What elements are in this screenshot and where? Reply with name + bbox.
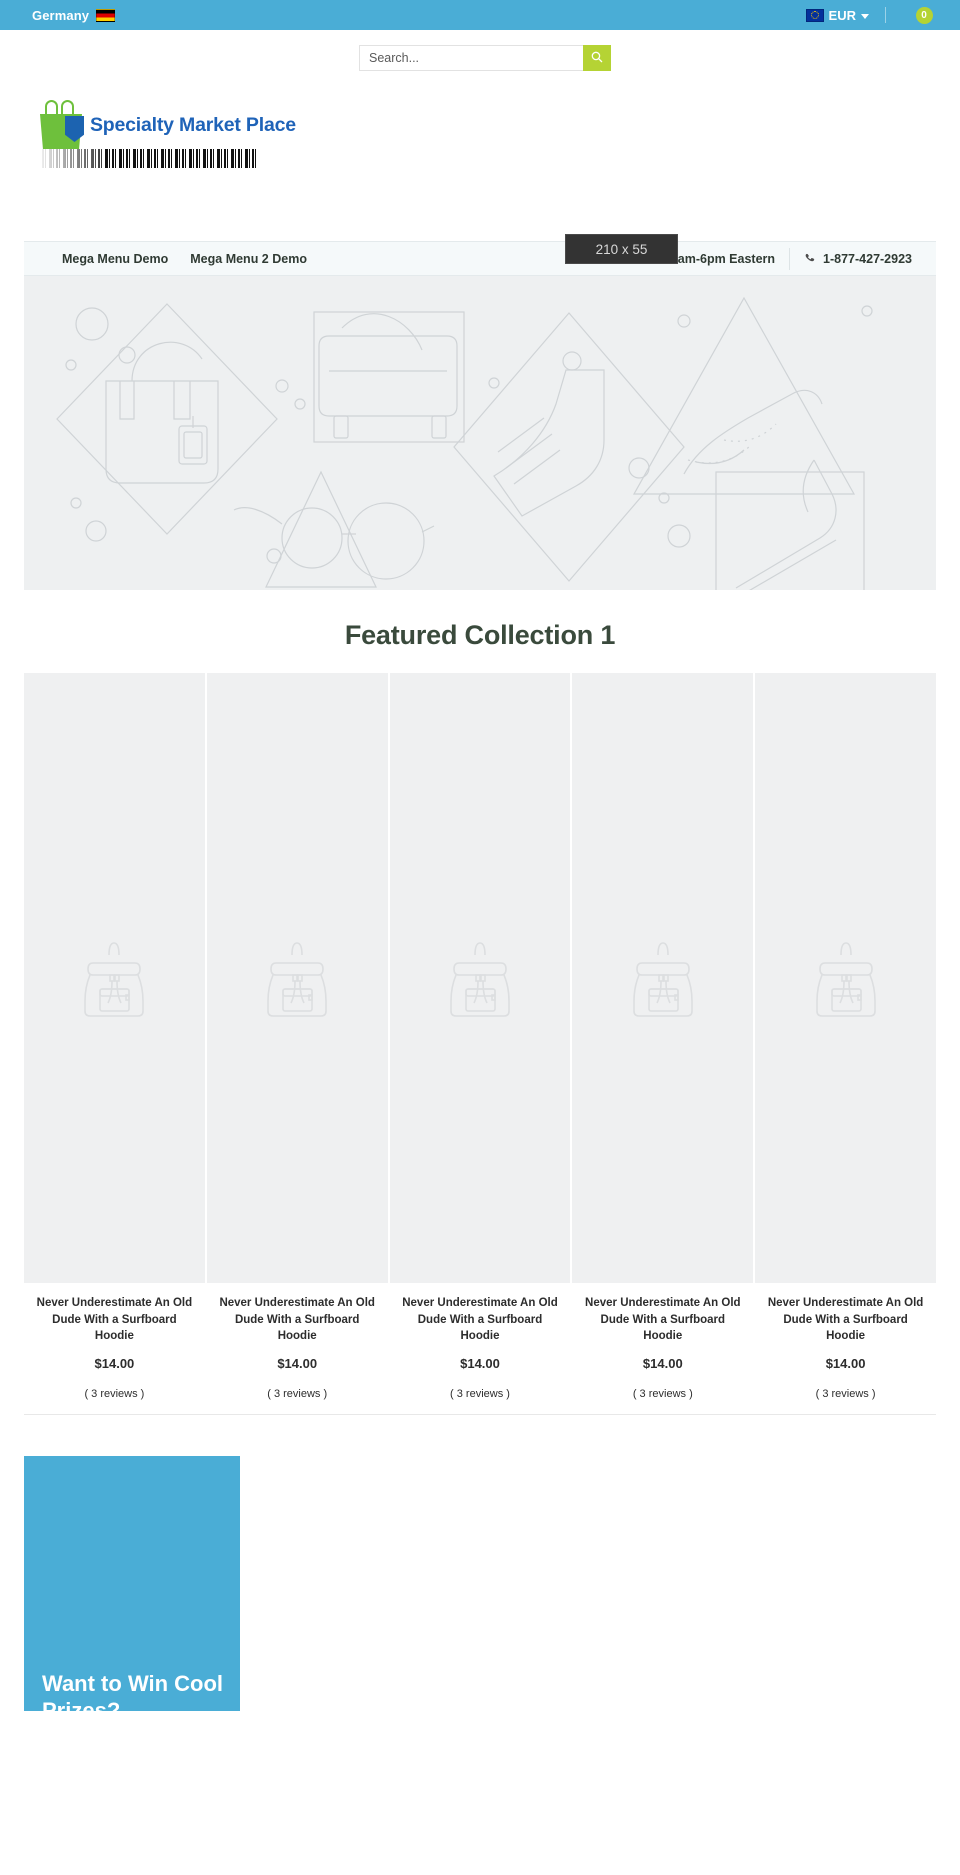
product-title[interactable]: Never Underestimate An Old Dude With a S… [32, 1295, 197, 1345]
banner-placeholder[interactable]: 210 x 55 [565, 234, 678, 264]
hero-banner[interactable] [24, 276, 936, 590]
product-image[interactable] [206, 673, 388, 1283]
top-utility-bar: Germany EUR 0 [0, 0, 960, 30]
country-selector[interactable]: Germany [32, 7, 116, 23]
promo-area: Want to Win Cool Prizes? [24, 1456, 936, 1712]
section-divider [24, 1414, 936, 1416]
product-info: Never Underestimate An Old Dude With a S… [755, 1283, 936, 1400]
product-price: $14.00 [94, 1356, 135, 1372]
product-grid: Never Underestimate An Old Dude With a S… [24, 673, 936, 1400]
product-title[interactable]: Never Underestimate An Old Dude With a S… [580, 1295, 745, 1345]
phone-number: 1-877-427-2923 [823, 251, 912, 266]
site-logo[interactable]: Specialty Market Place [32, 100, 296, 170]
promo-card[interactable]: Want to Win Cool Prizes? [24, 1456, 240, 1712]
product-reviews[interactable]: ( 3 reviews ) [32, 1388, 197, 1400]
product-price: $14.00 [825, 1356, 866, 1372]
product-reviews[interactable]: ( 3 reviews ) [215, 1388, 380, 1400]
currency-label: EUR [828, 7, 856, 23]
product-image[interactable] [389, 673, 571, 1283]
top-utility-right: EUR 0 [805, 0, 942, 30]
barcode-fade [42, 149, 104, 168]
promo-heading: Want to Win Cool Prizes? [42, 1670, 224, 1712]
product-card[interactable]: Never Underestimate An Old Dude With a S… [389, 673, 571, 1400]
product-reviews[interactable]: ( 3 reviews ) [398, 1388, 563, 1400]
backpack-placeholder-icon [84, 942, 145, 1017]
cart-button[interactable]: 0 [912, 0, 942, 30]
product-card[interactable]: Never Underestimate An Old Dude With a S… [572, 673, 754, 1400]
product-card[interactable]: Never Underestimate An Old Dude With a S… [206, 673, 388, 1400]
flag-germany-icon [96, 8, 116, 22]
featured-collection-title: Featured Collection 1 [344, 620, 616, 650]
search-input[interactable] [359, 45, 583, 71]
chevron-down-icon [861, 13, 869, 19]
country-label: Germany [32, 7, 90, 23]
phone-icon [805, 253, 815, 262]
product-image[interactable] [572, 673, 754, 1283]
backpack-placeholder-icon [450, 942, 510, 1017]
cart-count-badge: 0 [915, 6, 933, 24]
product-price: $14.00 [642, 1356, 683, 1372]
shopping-bag-icon [40, 100, 84, 154]
product-image[interactable] [24, 673, 205, 1283]
nav-item-mega-menu-demo[interactable]: Mega Menu Demo [62, 252, 168, 266]
currency-selector[interactable]: EUR [805, 7, 885, 23]
search-form [359, 45, 611, 71]
backpack-placeholder-icon [632, 942, 693, 1017]
product-image[interactable] [755, 673, 936, 1283]
nav-links: Mega Menu Demo Mega Menu 2 Demo [62, 252, 307, 266]
backpack-placeholder-icon [267, 942, 327, 1017]
product-info: Never Underestimate An Old Dude With a S… [572, 1283, 753, 1400]
product-title[interactable]: Never Underestimate An Old Dude With a S… [763, 1295, 928, 1345]
hero-illustration [56, 296, 873, 590]
backpack-placeholder-icon [815, 942, 876, 1017]
product-reviews[interactable]: ( 3 reviews ) [763, 1388, 928, 1400]
main-navigation: Mega Menu Demo Mega Menu 2 Demo Mon-Sat … [24, 241, 936, 276]
product-price: $14.00 [460, 1356, 500, 1372]
search-submit-button[interactable] [583, 45, 611, 71]
product-card[interactable]: Never Underestimate An Old Dude With a S… [24, 673, 205, 1400]
product-title[interactable]: Never Underestimate An Old Dude With a S… [215, 1295, 380, 1345]
search-icon [591, 51, 603, 62]
divider [885, 7, 886, 23]
product-info: Never Underestimate An Old Dude With a S… [390, 1283, 571, 1400]
product-info: Never Underestimate An Old Dude With a S… [24, 1283, 205, 1400]
nav-item-mega-menu-2-demo[interactable]: Mega Menu 2 Demo [190, 252, 307, 266]
product-info: Never Underestimate An Old Dude With a S… [207, 1283, 388, 1400]
site-header: Specialty Market Place 210 x 55 [0, 86, 960, 264]
product-title[interactable]: Never Underestimate An Old Dude With a S… [398, 1295, 563, 1345]
product-card[interactable]: Never Underestimate An Old Dude With a S… [755, 673, 936, 1400]
search-row [0, 30, 960, 86]
logo-text: Specialty Market Place [90, 114, 296, 136]
flag-eu-icon [805, 8, 824, 22]
product-reviews[interactable]: ( 3 reviews ) [580, 1388, 745, 1400]
product-price: $14.00 [277, 1356, 318, 1372]
phone-link[interactable]: 1-877-427-2923 [790, 252, 912, 266]
